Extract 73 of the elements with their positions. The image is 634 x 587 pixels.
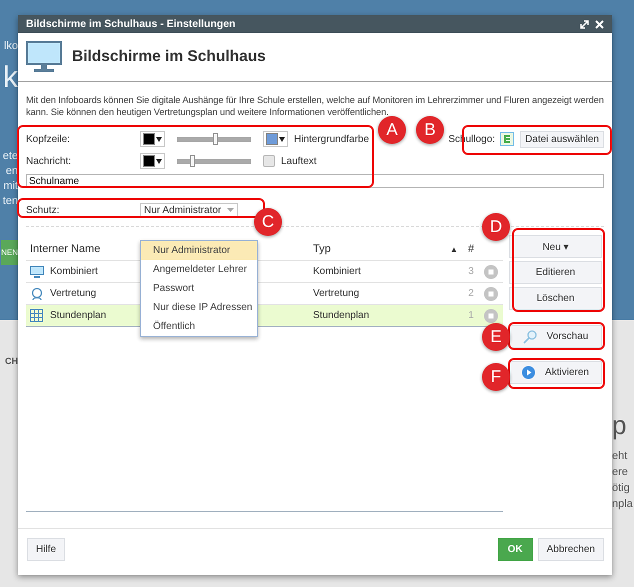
checkbox[interactable] xyxy=(263,155,275,167)
sort-indicator[interactable]: ▲ xyxy=(450,244,464,254)
monitor-icon xyxy=(30,266,44,278)
logo-icon xyxy=(500,132,514,146)
background-text: ten xyxy=(2,195,18,208)
action-button[interactable]: Editieren xyxy=(509,261,602,284)
background-text: ere xyxy=(612,466,628,479)
field-label: Kopfzeile: xyxy=(26,134,71,144)
stop-icon[interactable] xyxy=(484,308,498,322)
callout-marker: E xyxy=(482,323,510,351)
table-cell-text: 2 xyxy=(467,288,475,299)
table-cell-text: Kombiniert xyxy=(313,266,362,277)
search-icon xyxy=(522,330,537,344)
callout-marker: A xyxy=(378,116,406,144)
action-button[interactable]: Löschen xyxy=(509,287,602,310)
table-cell: Kombiniert xyxy=(50,266,98,277)
dropdown-option[interactable]: Passwort xyxy=(141,279,257,298)
stop-icon[interactable] xyxy=(484,264,498,278)
background-text: CH xyxy=(5,355,18,368)
background-text: eht xyxy=(612,450,628,463)
background-text: mit xyxy=(3,180,18,193)
caret-icon xyxy=(227,208,234,212)
background-text: k xyxy=(3,62,18,94)
column-header[interactable]: # xyxy=(464,243,478,255)
window-title: Bildschirme im Schulhaus - Einstellungen xyxy=(26,18,236,30)
close-icon[interactable] xyxy=(595,20,604,28)
monitor-icon xyxy=(26,41,62,73)
activate-button[interactable]: Aktivieren xyxy=(509,361,602,384)
caret-icon xyxy=(156,158,162,164)
background-text: npla xyxy=(612,498,633,511)
person-icon xyxy=(30,286,44,300)
table-cell-text: 3 xyxy=(467,266,475,277)
protection-dropdown[interactable]: Nur Administrator xyxy=(140,202,238,218)
preview-button[interactable]: Vorschau xyxy=(509,325,602,348)
color-picker[interactable] xyxy=(140,131,165,147)
callout-marker: F xyxy=(482,363,510,391)
slider-thumb[interactable] xyxy=(190,154,195,166)
stop-icon[interactable] xyxy=(484,286,498,300)
description-text: Mit den Infoboards können Sie digitale Aushänge für Ihre Schule erstellen, welche auf Monitoren im Lehrerzimmer und Fluren angezeigt werden kann. Sie können den heutigen Vertretungsplan und weitere Informationen veröffentlichen. xyxy=(26,94,604,118)
column-header[interactable]: Interner Name xyxy=(30,243,100,255)
background-text: p xyxy=(612,410,626,440)
dropdown-option[interactable]: Angemeldeter Lehrer xyxy=(141,260,257,279)
callout-marker: B xyxy=(416,116,444,144)
field-label: Hintergrundfarbe xyxy=(294,134,370,144)
caret-icon xyxy=(279,136,285,142)
background-text: ete xyxy=(2,150,18,163)
callout-marker: C xyxy=(254,208,282,236)
caret-icon xyxy=(156,136,162,142)
field-label: Schutz: xyxy=(26,204,60,216)
table-cell-text: Stundenplan xyxy=(313,310,370,321)
choose-file-button[interactable]: Datei auswählen xyxy=(520,130,604,148)
table-cell-text: 1 xyxy=(467,310,475,321)
dialog-heading: Bildschirme im Schulhaus xyxy=(72,48,266,66)
help-button[interactable]: Hilfe xyxy=(27,538,66,561)
text-input[interactable]: Schulname xyxy=(26,174,604,188)
cancel-button[interactable]: Abbrechen xyxy=(538,538,604,561)
color-picker[interactable] xyxy=(140,153,165,169)
table-icon xyxy=(30,308,44,322)
checkbox-label: Lauftext xyxy=(281,156,317,166)
background-text: ötig xyxy=(612,482,630,495)
callout-marker: D xyxy=(482,213,510,241)
dropdown-option[interactable]: Nur Administrator xyxy=(141,241,257,260)
slider-thumb[interactable] xyxy=(212,132,218,144)
action-button[interactable]: Neu ▾ xyxy=(509,235,602,258)
field-label: Nachricht: xyxy=(26,156,72,166)
table-cell: Stundenplan xyxy=(50,310,106,321)
column-header[interactable]: Typ xyxy=(313,243,450,255)
color-picker[interactable] xyxy=(263,131,288,147)
table-cell: Vertretung xyxy=(50,288,96,299)
play-icon xyxy=(522,366,536,379)
expand-icon[interactable] xyxy=(580,20,589,28)
table-cell-text: Vertretung xyxy=(313,288,360,299)
background-text: lko xyxy=(4,40,18,53)
